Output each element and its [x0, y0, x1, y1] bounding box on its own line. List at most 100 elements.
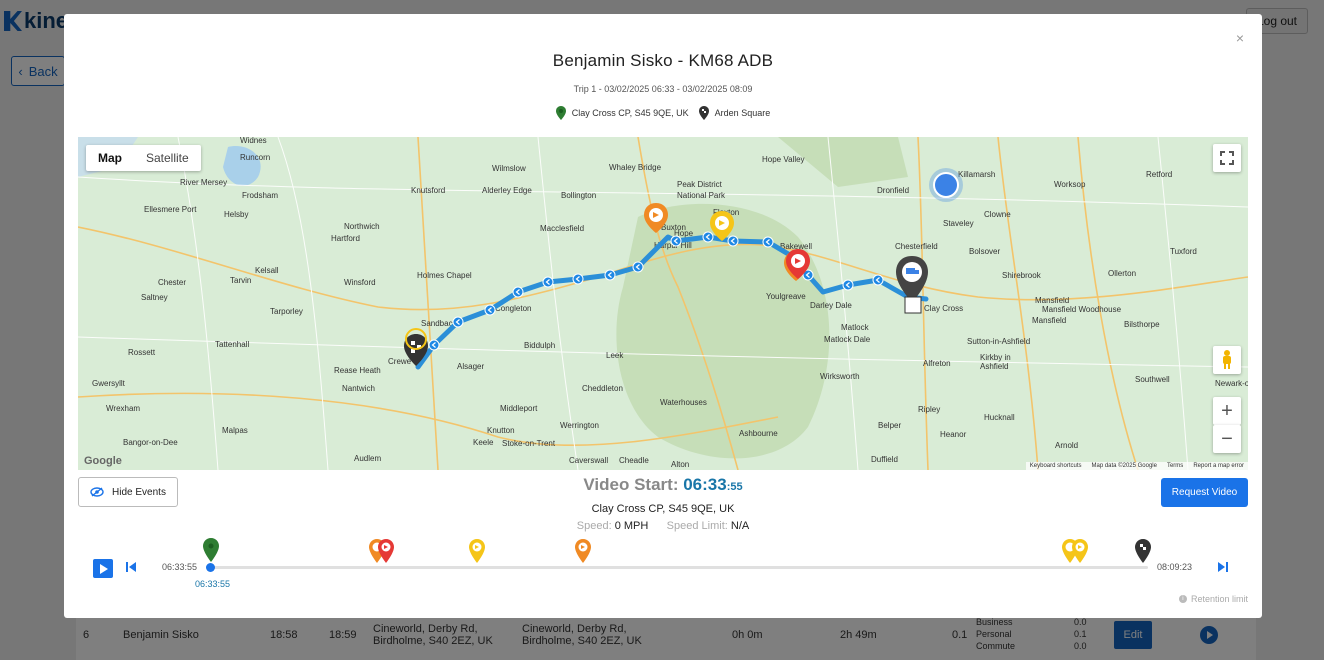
route-arrow-icon [762, 236, 774, 248]
map-place-label: Arnold [1055, 441, 1078, 450]
zoom-out-button[interactable]: − [1213, 425, 1241, 453]
route-arrow-icon [727, 235, 739, 247]
end-pin-icon [698, 106, 709, 120]
map-place-label: Alton [671, 460, 689, 469]
route-arrow-icon [702, 231, 714, 243]
map-place-label: Kirkby in [980, 353, 1011, 362]
map-place-label: Alderley Edge [482, 186, 532, 195]
speed-value: 0 MPH [614, 520, 649, 532]
route-arrow-icon [512, 286, 524, 298]
map-place-label: Alfreton [923, 359, 951, 368]
map-place-label: Wilmslow [492, 164, 526, 173]
start-location-label: Clay Cross CP, S45 9QE, UK [571, 108, 689, 118]
keyboard-shortcuts-link[interactable]: Keyboard shortcuts [1030, 463, 1082, 469]
map-place-label: River Mersey [180, 178, 227, 187]
finish-pin-icon[interactable] [1135, 539, 1151, 563]
map-place-label: Keele [473, 438, 494, 447]
map-place-label: Malpas [222, 426, 248, 435]
map-place-label: Northwich [344, 222, 380, 231]
map-place-label: Hucknall [984, 413, 1015, 422]
terms-link[interactable]: Terms [1167, 463, 1183, 469]
map-place-label: Macclesfield [540, 224, 584, 233]
map-place-label: Ollerton [1108, 269, 1136, 278]
map-tab[interactable]: Map [86, 145, 134, 171]
trip-map[interactable]: Widnes Runcorn River Mersey Frodsham Knutsfo… [78, 137, 1248, 470]
trip-video-modal: × Benjamin Sisko - KM68 ADB Trip 1 - 03/… [64, 14, 1262, 618]
map-place-label: Frodsham [242, 191, 278, 200]
map-place-label: Helsby [224, 210, 248, 219]
map-place-label: Werrington [560, 421, 599, 430]
map-place-label: Holmes Chapel [417, 271, 472, 280]
map-canvas[interactable]: Widnes Runcorn River Mersey Frodsham Knutsfo… [78, 137, 1248, 470]
map-place-label: Chester [158, 278, 186, 287]
report-error-link[interactable]: Report a map error [1193, 463, 1244, 469]
map-place-label: Hartford [331, 234, 360, 243]
satellite-tab[interactable]: Satellite [134, 145, 201, 171]
map-place-label: Alsager [457, 362, 484, 371]
map-place-label: Dronfield [877, 186, 909, 195]
map-place-label: Ashbourne [739, 429, 778, 438]
map-place-label: Belper [878, 421, 901, 430]
video-start-label: Video Start: [583, 475, 679, 494]
map-place-label: Mansfield [1032, 316, 1066, 325]
timeline-event-pin-icon[interactable] [378, 539, 394, 563]
map-place-label: Buxton [661, 223, 686, 232]
video-start-seconds: :55 [726, 481, 743, 493]
map-place-label: Gwersyllt [92, 379, 126, 388]
map-place-label: Duffield [871, 455, 898, 464]
speed-limit-label: Speed Limit: [666, 520, 728, 532]
route-arrow-icon [428, 339, 440, 351]
timeline-event-pin-icon[interactable] [469, 539, 485, 563]
end-location: Arden Square [698, 106, 771, 120]
map-place-label: Hope Valley [762, 155, 805, 164]
map-place-label: Newark-on-Tr [1215, 379, 1248, 388]
map-place-label: Stoke-on-Trent [502, 439, 556, 448]
map-place-label: Rease Heath [334, 366, 381, 375]
street-view-pegman-icon[interactable] [1213, 346, 1241, 374]
map-place-label: Bilsthorpe [1124, 320, 1160, 329]
timeline-event-pin-icon[interactable] [575, 539, 591, 563]
trip-locations: Clay Cross CP, S45 9QE, UK Arden Square [64, 106, 1262, 120]
map-place-label: Tuxford [1170, 247, 1197, 256]
map-place-label: Staveley [943, 219, 974, 228]
video-start-time: 06:33 [683, 475, 727, 494]
timeline-current-time: 06:33:55 [195, 579, 231, 589]
map-place-label: Wrexham [106, 404, 140, 413]
route-arrow-icon [872, 274, 884, 286]
timeline-event-markers [203, 538, 1151, 563]
start-pin-icon[interactable] [203, 538, 219, 562]
map-place-label: Cheddleton [582, 384, 623, 393]
map-place-label: Middleport [500, 404, 538, 413]
speed-limit-value: N/A [730, 520, 750, 532]
start-pin-icon [555, 106, 566, 120]
map-place-label: Leek [606, 351, 624, 360]
map-place-label: Waterhouses [660, 398, 707, 407]
speed-label: Speed: [576, 520, 612, 532]
route-arrow-icon [842, 279, 854, 291]
close-button[interactable]: × [1236, 30, 1244, 46]
vehicle-position-icon[interactable] [933, 172, 959, 198]
map-place-label: Peak District [677, 180, 723, 189]
map-place-label: National Park [677, 191, 726, 200]
map-place-label: Sutton-in-Ashfield [967, 337, 1030, 346]
map-place-label: Youlgreave [766, 292, 806, 301]
map-place-label: Tarvin [230, 276, 251, 285]
map-place-label: Saltney [141, 293, 168, 302]
route-arrow-icon [632, 261, 644, 273]
modal-title: Benjamin Sisko - KM68 ADB [552, 51, 774, 70]
map-data-label: Map data ©2025 Google [1091, 463, 1157, 469]
route-arrow-icon [452, 316, 464, 328]
map-place-label: Tarporley [270, 307, 303, 316]
map-place-label: Heanor [940, 430, 967, 439]
map-place-label: Darley Dale [810, 301, 852, 310]
map-place-label: Bangor-on-Dee [123, 438, 178, 447]
route-arrow-icon [670, 235, 682, 247]
route-arrow-icon [572, 273, 584, 285]
map-place-label: Ripley [918, 405, 940, 414]
zoom-in-button[interactable]: + [1213, 397, 1241, 425]
video-start: Video Start: 06:33:55 [64, 475, 1262, 495]
fullscreen-icon[interactable] [1213, 144, 1241, 172]
end-location-label: Arden Square [714, 108, 771, 118]
map-place-label: Southwell [1135, 375, 1170, 384]
timeline-event-pin-icon[interactable] [1072, 539, 1088, 563]
